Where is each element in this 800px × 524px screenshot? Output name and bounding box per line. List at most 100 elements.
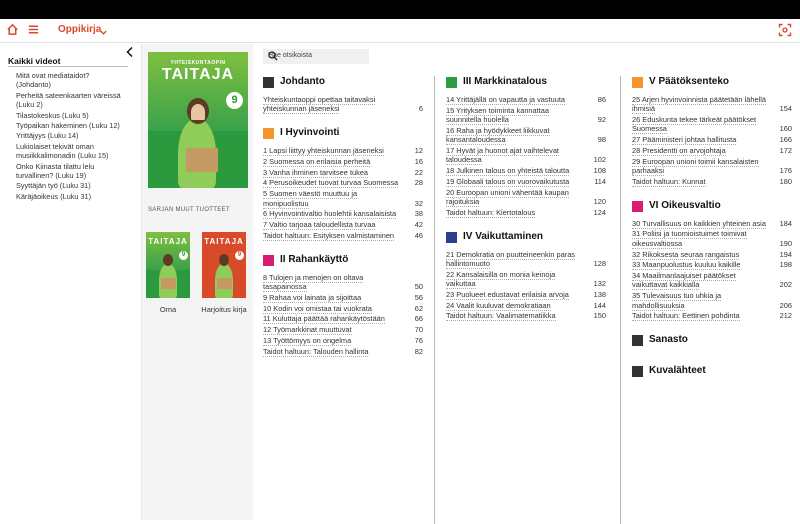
toc-entry[interactable]: 2 Suomessa on erilaisia perheitä 16	[263, 156, 423, 167]
video-item[interactable]: Perheitä sateenkaarten väreissä (Luku 2)	[16, 91, 124, 110]
entry-page-number: 102	[593, 155, 606, 165]
toc-entry[interactable]: 15 Yrityksen toiminta kannattaa suunnite…	[446, 105, 606, 126]
entry-page-number: 160	[779, 124, 792, 134]
entry-title: 30 Turvallisuus on kaikkien yhteinen asi…	[632, 218, 766, 229]
toc-entry[interactable]: 4 Perusoikeudet tuovat turvaa Suomessa 28	[263, 178, 423, 189]
home-icon[interactable]	[6, 23, 19, 41]
toc-entry[interactable]: 32 Rikoksesta seuraa rangaistus 194	[632, 249, 792, 260]
toc-column: III Markkinatalous 14 Yrittäjällä on vapa…	[446, 74, 606, 332]
fullscreen-icon[interactable]	[778, 23, 792, 42]
section-header[interactable]: Johdanto	[263, 74, 423, 92]
toc-entry[interactable]: 14 Yrittäjällä on vapautta ja vastuuta 86	[446, 95, 606, 105]
section-title: III Markkinatalous	[463, 76, 547, 87]
section-header[interactable]: II Rahankäyttö	[263, 252, 423, 270]
toc-entry[interactable]: 10 Kodin voi omistaa tai vuokrata 62	[263, 303, 423, 314]
video-item[interactable]: Tilastokeskus (Luku 5)	[16, 111, 124, 120]
sidebar-title: Kaikki videot	[8, 56, 61, 66]
search-input[interactable]: Hae otsikoista	[263, 49, 369, 64]
toc-entry[interactable]: 33 Maanpuolustus kuuluu kaikille 198	[632, 260, 792, 271]
toc-entry[interactable]: 1 Lapsi liittyy yhteiskunnan jäseneksi 12	[263, 146, 423, 157]
toc-entry[interactable]: Taidot haltuun: Kunnat 180	[632, 176, 792, 187]
toc-entry[interactable]: 21 Demokratia on puutteineenkin paras ha…	[446, 249, 606, 269]
entry-title: 9 Rahaa voi lainata ja sijoittaa	[263, 292, 362, 303]
toc-entry[interactable]: 5 Suomen väestö muuttuu ja monipuolistuu…	[263, 189, 423, 209]
toc-entry[interactable]: 18 Julkinen talous on yhteistä taloutta 1…	[446, 166, 606, 177]
toc-entry[interactable]: 13 Työttömyys on ongelma 76	[263, 336, 423, 347]
book-cover-harjoituskirja[interactable]: TAITAJA 9	[202, 232, 246, 298]
toc-entry[interactable]: 35 Tulevaisuus tuo uhkia ja mahdollisuuk…	[632, 291, 792, 311]
toc-entry[interactable]: 12 Työmarkkinat muuttuvat 70	[263, 325, 423, 336]
section-header[interactable]: VI Oikeusvaltio	[632, 198, 792, 216]
entry-title: 10 Kodin voi omistaa tai vuokrata	[263, 303, 372, 314]
entry-page-number: 22	[414, 167, 423, 177]
toc-entry[interactable]: Taidot haltuun: Esityksen valmistaminen 4…	[263, 230, 423, 241]
toc-entry[interactable]: 26 Eduskunta tekee tärkeät päätökset Suo…	[632, 115, 792, 135]
toc-entry[interactable]: 20 Euroopan unioni vähentää kaupan rajoi…	[446, 187, 606, 207]
entry-page-number: 56	[414, 292, 423, 302]
video-item[interactable]: Yrittäjyys (Luku 14)	[16, 131, 124, 140]
toc-entry[interactable]: 31 Poliisi ja tuomioistuimet toimivat oi…	[632, 229, 792, 249]
toc-entry[interactable]: 6 Hyvinvointivaltio huolehtii kansalaisi…	[263, 209, 423, 220]
entry-title: 1 Lapsi liittyy yhteiskunnan jäseneksi	[263, 146, 384, 157]
video-item[interactable]: Työpaikan hakeminen (Luku 12)	[16, 121, 124, 130]
toc-entry[interactable]: 19 Globaali talous on vuorovaikutusta 114	[446, 176, 606, 187]
chevron-down-icon[interactable]	[99, 24, 108, 42]
toc-entry[interactable]: Taidot haltuun: Kiertotalous 124	[446, 207, 606, 218]
entry-title: 22 Kansalaisilla on monia keinoja vaikut…	[446, 269, 556, 289]
section-header[interactable]: Kuvalähteet	[632, 363, 792, 381]
section-header[interactable]: Sanasto	[632, 332, 792, 350]
toc-entry[interactable]: Taidot haltuun: Vaalimatematiikka 150	[446, 311, 606, 322]
entry-page-number: 114	[594, 176, 606, 186]
entry-page-number: 172	[779, 145, 792, 155]
cover-title: TAITAJA	[204, 237, 244, 246]
toc-entry[interactable]: 28 Presidentti on arvojohtaja 172	[632, 145, 792, 156]
entry-title: 6 Hyvinvointivaltio huolehtii kansalaisi…	[263, 209, 397, 220]
entry-page-number: 12	[414, 146, 423, 156]
section-header[interactable]: III Markkinatalous	[446, 74, 606, 92]
entry-page-number: 180	[779, 176, 792, 186]
toc-entry[interactable]: 3 Vanha ihminen tarvitsee tukea 22	[263, 167, 423, 178]
toc-entry[interactable]: 16 Raha ja hyödykkeet liikkuvat kansanta…	[446, 125, 606, 146]
toc-entry[interactable]: 25 Arjen hyvinvoinnista päätetään lähell…	[632, 95, 792, 115]
column-divider	[434, 76, 435, 524]
section-color-marker	[446, 77, 457, 88]
toc-entry[interactable]: Yhteiskuntaoppi opettaa taitavaksi yhtei…	[263, 95, 423, 115]
section-header[interactable]: V Päätöksenteko	[632, 74, 792, 92]
video-item[interactable]: Käräjäoikeus (Luku 31)	[16, 192, 124, 201]
video-item[interactable]: Onko Kiinasta tilattu lelu turvallinen? …	[16, 162, 124, 181]
book-caption[interactable]: Oma	[146, 305, 190, 314]
video-item[interactable]: Mitä ovat mediataidot? (Johdanto)	[16, 71, 124, 90]
toc-entry[interactable]: 17 Hyvät ja huonot ajat vaihtelevat talo…	[446, 145, 606, 166]
menu-icon[interactable]	[27, 23, 40, 41]
section-header[interactable]: I Hyvinvointi	[263, 125, 423, 143]
collapse-sidebar-icon[interactable]	[125, 46, 135, 61]
video-item[interactable]: Lukiolaiset tekivät oman musiikkalimonad…	[16, 142, 124, 161]
toc-entry[interactable]: Taidot haltuun: Eettinen pohdinta 212	[632, 311, 792, 322]
toc-entry[interactable]: 27 Pääministeri johtaa hallitusta 166	[632, 135, 792, 146]
toc-entry[interactable]: 29 Euroopan unioni toimii kansalaisten p…	[632, 156, 792, 177]
toc-entry[interactable]: 24 Vaalit kuuluvat demokratiaan 144	[446, 300, 606, 311]
search-icon[interactable]	[268, 51, 365, 63]
video-item[interactable]: Syyttäjän työ (Luku 31)	[16, 181, 124, 190]
toc-entry[interactable]: 23 Puolueet edustavat erilaisia arvoja 13…	[446, 289, 606, 300]
toc-entry[interactable]: 7 Valtio tarjoaa taloudellista turvaa 42	[263, 220, 423, 231]
entry-page-number: 176	[779, 166, 792, 176]
entry-page-number: 166	[779, 135, 792, 145]
toc-entry[interactable]: 9 Rahaa voi lainata ja sijoittaa 56	[263, 292, 423, 303]
toc-entry[interactable]: 11 Kuluttaja päättää rahankäytöstään 66	[263, 314, 423, 325]
toc-entry[interactable]: Taidot haltuun: Talouden hallinta 82	[263, 346, 423, 357]
book-cover-main[interactable]: YHTEISKUNTAOPIN TAITAJA 9	[148, 52, 248, 188]
entry-title: 34 Maailmanlaajuiset päätökset vaikuttav…	[632, 271, 736, 291]
toc-entry[interactable]: 34 Maailmanlaajuiset päätökset vaikuttav…	[632, 271, 792, 291]
breadcrumb-book[interactable]: Oppikirja	[58, 24, 101, 35]
entry-page-number: 132	[593, 278, 606, 288]
book-cover-oma[interactable]: TAITAJA 9	[146, 232, 190, 298]
entry-page-number: 62	[414, 303, 423, 313]
section-header[interactable]: IV Vaikuttaminen	[446, 229, 606, 247]
section-color-marker	[263, 77, 274, 88]
section-color-marker	[632, 335, 643, 347]
toc-entry[interactable]: 8 Tulojen ja menojen on oltava tasapaino…	[263, 272, 423, 293]
book-caption[interactable]: Harjoitus kirja	[198, 305, 250, 314]
toc-entry[interactable]: 22 Kansalaisilla on monia keinoja vaikut…	[446, 269, 606, 289]
toc-entry[interactable]: 30 Turvallisuus on kaikkien yhteinen asi…	[632, 218, 792, 229]
